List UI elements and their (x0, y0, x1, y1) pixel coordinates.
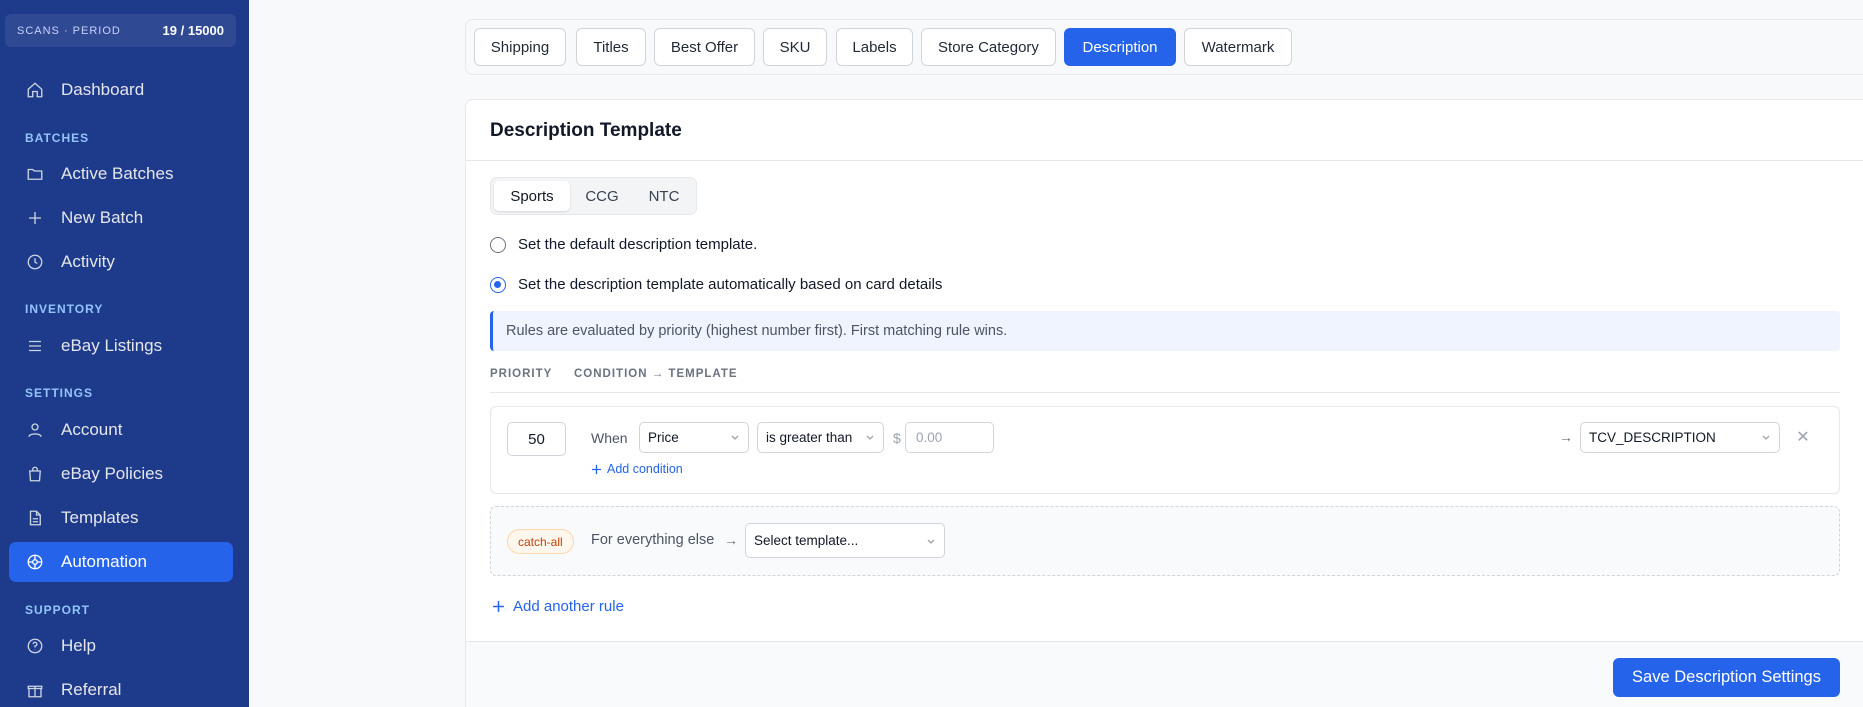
divider (490, 392, 1840, 393)
chevron-down-icon (866, 435, 874, 440)
add-condition-label: Add condition (607, 462, 683, 476)
radio-default-template[interactable]: Set the default description template. (490, 236, 757, 253)
rule-row: 50 When Price is greater than $ 0.00 Add… (490, 406, 1840, 494)
tab-labels[interactable]: Labels (836, 28, 913, 66)
tab-store-category[interactable]: Store Category (921, 28, 1056, 66)
segment-ccg[interactable]: CCG (572, 181, 632, 211)
chevron-down-icon (731, 435, 739, 440)
add-another-rule-button[interactable]: Add another rule (492, 598, 624, 615)
radio-auto-template[interactable]: Set the description template automatical… (490, 276, 942, 293)
catch-all-text: For everything else (591, 532, 715, 548)
list-icon (25, 336, 45, 356)
sidebar-item-ebay-listings[interactable]: eBay Listings (9, 326, 233, 366)
info-callout: Rules are evaluated by priority (highest… (490, 311, 1840, 351)
description-template-card: Description Template Sports CCG NTC Set … (465, 99, 1863, 707)
tab-shipping[interactable]: Shipping (474, 28, 566, 66)
sidebar-item-templates[interactable]: Templates (9, 498, 233, 538)
radio-button[interactable] (490, 236, 506, 253)
section-settings: SETTINGS (25, 386, 94, 400)
sidebar-item-account[interactable]: Account (9, 410, 233, 450)
section-inventory: INVENTORY (25, 302, 104, 316)
add-rule-label: Add another rule (513, 598, 624, 615)
card-footer: Save Description Settings (466, 641, 1863, 707)
sidebar-item-active-batches[interactable]: Active Batches (9, 154, 233, 194)
save-description-settings-button[interactable]: Save Description Settings (1613, 658, 1840, 697)
catch-all-row: catch-all For everything else → Select t… (490, 506, 1840, 576)
priority-input[interactable]: 50 (507, 422, 566, 456)
document-icon (25, 508, 45, 528)
sidebar-item-activity[interactable]: Activity (9, 242, 233, 282)
sidebar-item-label: Help (61, 636, 96, 655)
scans-usage: SCANS · PERIOD 19 / 15000 (5, 14, 236, 47)
chevron-down-icon (927, 539, 935, 544)
plus-icon (591, 464, 602, 474)
currency-symbol: $ (893, 430, 901, 446)
gift-icon (25, 680, 45, 700)
sidebar-item-label: New Batch (61, 208, 144, 227)
remove-rule-close-icon[interactable]: ✕ (1794, 428, 1812, 446)
chevron-down-icon (1762, 435, 1770, 440)
sidebar-item-label: Activity (61, 252, 115, 271)
section-batches: BATCHES (25, 131, 90, 145)
tab-best-offer[interactable]: Best Offer (654, 28, 755, 66)
condition-operator-select[interactable]: is greater than (757, 422, 884, 453)
sidebar-item-referral[interactable]: Referral (9, 670, 233, 707)
select-value: Price (648, 430, 679, 445)
sidebar-item-label: eBay Listings (61, 336, 163, 355)
card-title: Description Template (490, 120, 682, 141)
radio-label: Set the default description template. (518, 236, 758, 253)
template-select[interactable]: TCV_DESCRIPTION (1580, 422, 1780, 453)
sidebar-item-ebay-policies[interactable]: eBay Policies (9, 454, 233, 494)
settings-tabs: Shipping Titles Best Offer SKU Labels St… (465, 19, 1863, 75)
user-icon (25, 420, 45, 440)
condition-field-select[interactable]: Price (639, 422, 749, 453)
catch-all-badge: catch-all (507, 529, 574, 554)
select-placeholder: Select template... (754, 533, 859, 548)
tab-titles[interactable]: Titles (576, 28, 646, 66)
radio-label: Set the description template automatical… (518, 276, 943, 293)
plus-icon (25, 208, 45, 228)
sidebar-item-label: Automation (61, 552, 147, 571)
sidebar-item-label: Referral (61, 680, 122, 699)
tab-watermark[interactable]: Watermark (1184, 28, 1292, 66)
sidebar-item-dashboard[interactable]: Dashboard (9, 70, 233, 110)
section-support: SUPPORT (25, 603, 91, 617)
select-value: is greater than (766, 430, 853, 445)
when-label: When (591, 430, 628, 446)
arrow-right-icon: → (1559, 429, 1573, 445)
home-icon (25, 80, 45, 100)
sidebar-item-new-batch[interactable]: New Batch (9, 198, 233, 238)
sidebar-item-automation[interactable]: Automation (9, 542, 233, 582)
segment-ntc[interactable]: NTC (634, 181, 694, 211)
tab-description[interactable]: Description (1064, 28, 1176, 66)
catch-all-template-select[interactable]: Select template... (745, 523, 945, 558)
select-value: TCV_DESCRIPTION (1589, 430, 1716, 445)
clock-icon (25, 252, 45, 272)
folder-icon (25, 164, 45, 184)
arrow-right-icon: → (724, 532, 738, 548)
tab-sku[interactable]: SKU (763, 28, 827, 66)
segment-sports[interactable]: Sports (494, 181, 570, 211)
add-condition-button[interactable]: Add condition (591, 462, 683, 476)
shopping-bag-icon (25, 464, 45, 484)
column-header-priority: PRIORITY (490, 368, 553, 380)
radio-button-selected[interactable] (490, 276, 506, 293)
scans-label: SCANS · PERIOD (17, 24, 121, 37)
category-segmented-control: Sports CCG NTC (490, 177, 697, 215)
sidebar-item-label: Active Batches (61, 164, 174, 183)
sidebar-item-label: Dashboard (61, 80, 145, 99)
sidebar-item-label: eBay Policies (61, 464, 164, 483)
scans-value: 19 / 15000 (162, 23, 224, 38)
sidebar-item-label: Templates (61, 508, 139, 527)
divider (466, 160, 1863, 161)
help-icon (25, 636, 45, 656)
sidebar-item-help[interactable]: Help (9, 626, 233, 666)
sidebar-item-label: Account (61, 420, 123, 439)
column-header-condition: CONDITION → TEMPLATE (574, 368, 738, 380)
condition-value-input[interactable]: 0.00 (905, 422, 994, 453)
sidebar: SCANS · PERIOD 19 / 15000 Dashboard BATC… (0, 0, 249, 707)
plus-icon (493, 601, 504, 612)
automation-icon (25, 552, 45, 572)
